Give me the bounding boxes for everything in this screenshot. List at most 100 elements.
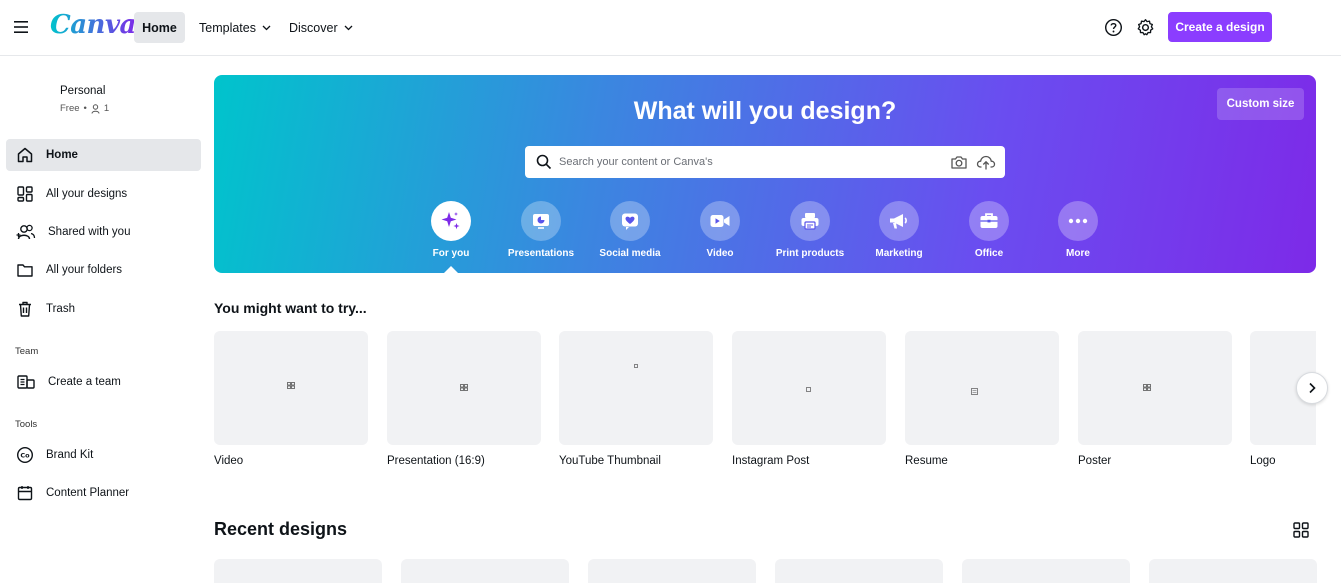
chevron-down-icon xyxy=(344,25,353,30)
search-box xyxy=(525,146,1005,178)
search-icon xyxy=(536,154,552,170)
megaphone-icon xyxy=(890,214,907,229)
hamburger-icon[interactable] xyxy=(11,17,31,37)
recent-designs-title: Recent designs xyxy=(214,519,348,539)
suggestion-card-youtube-thumbnail[interactable]: YouTube Thumbnail xyxy=(559,331,713,467)
suggestion-card-poster[interactable]: Poster xyxy=(1078,331,1232,467)
card-label: Presentation (16:9) xyxy=(387,455,485,467)
sidebar-item-trash[interactable]: Trash xyxy=(6,293,201,325)
create-team-icon xyxy=(17,375,35,389)
briefcase-icon xyxy=(980,213,998,228)
video-placeholder-icon xyxy=(287,382,295,389)
hero-title: What will you design? xyxy=(633,97,897,125)
card-thumbnail xyxy=(1078,331,1232,445)
sidebar-item-label: Home xyxy=(46,149,78,161)
suggestions-title: You might want to try... xyxy=(214,300,367,316)
nav-discover-label: Discover xyxy=(289,20,338,35)
suggestion-card-presentation[interactable]: Presentation (16:9) xyxy=(387,331,541,467)
camera-icon[interactable] xyxy=(950,153,968,171)
folder-icon xyxy=(17,264,33,277)
help-circle-icon[interactable] xyxy=(1102,16,1124,38)
trash-icon xyxy=(19,301,31,317)
sidebar-item-shared[interactable]: Shared with you xyxy=(6,216,201,248)
grid-view-icon[interactable] xyxy=(1292,521,1310,539)
card-label: Resume xyxy=(905,455,948,467)
category-social-media[interactable]: Social media xyxy=(585,201,675,259)
account-name[interactable]: Personal xyxy=(60,85,105,97)
custom-size-button[interactable]: Custom size xyxy=(1217,88,1304,120)
category-video[interactable]: Video xyxy=(675,201,765,259)
top-bar: Canva Home Templates Discover Create a d… xyxy=(0,0,1341,56)
recent-design-card[interactable] xyxy=(775,559,943,583)
suggestion-card-instagram-post[interactable]: Instagram Post xyxy=(732,331,886,467)
account-plan: Free xyxy=(60,103,80,114)
gear-icon[interactable] xyxy=(1134,16,1156,38)
hero-banner: What will you design? Custom size For yo… xyxy=(214,75,1316,273)
chevron-right-icon xyxy=(1309,382,1316,394)
suggestion-card-resume[interactable]: Resume xyxy=(905,331,1059,467)
youtube-placeholder-icon xyxy=(634,364,638,368)
category-office[interactable]: Office xyxy=(944,201,1034,259)
recent-design-card[interactable] xyxy=(214,559,382,583)
printer-icon xyxy=(801,213,819,230)
category-presentations[interactable]: Presentations xyxy=(496,201,586,259)
card-label: YouTube Thumbnail xyxy=(559,455,661,467)
card-thumbnail xyxy=(387,331,541,445)
suggestion-card-video[interactable]: Video xyxy=(214,331,368,467)
sidebar-item-label: Shared with you xyxy=(48,226,131,238)
more-icon xyxy=(1068,218,1088,224)
category-label: For you xyxy=(432,248,470,259)
sidebar-item-all-designs[interactable]: All your designs xyxy=(6,178,201,210)
card-label: Logo xyxy=(1250,455,1276,467)
sidebar-item-label: Create a team xyxy=(48,376,121,388)
category-more[interactable]: More xyxy=(1033,201,1123,259)
sidebar-item-home[interactable]: Home xyxy=(6,139,201,171)
category-circle xyxy=(431,201,471,241)
category-label: More xyxy=(1066,248,1090,259)
card-thumbnail xyxy=(559,331,713,445)
sidebar-item-brand-kit[interactable]: Co Brand Kit xyxy=(6,439,201,471)
nav-templates-label: Templates xyxy=(199,20,256,35)
card-label: Poster xyxy=(1078,455,1112,467)
sparkle-icon xyxy=(441,212,460,230)
category-print-products[interactable]: Print products xyxy=(765,201,855,259)
grid-icon xyxy=(17,186,33,202)
account-meta: Free • 1 xyxy=(60,103,109,114)
nav-home[interactable]: Home xyxy=(134,12,185,43)
category-circle xyxy=(1058,201,1098,241)
canva-logo[interactable]: Canva xyxy=(50,10,136,40)
category-circle xyxy=(521,201,561,241)
nav-home-label: Home xyxy=(142,20,177,35)
category-circle xyxy=(969,201,1009,241)
recent-design-card[interactable] xyxy=(1149,559,1317,583)
sidebar-item-content-planner[interactable]: Content Planner xyxy=(6,477,201,509)
carousel-next-button[interactable] xyxy=(1296,372,1328,404)
sidebar-item-create-team[interactable]: Create a team xyxy=(6,366,201,398)
instagram-placeholder-icon xyxy=(806,387,811,392)
category-label: Marketing xyxy=(875,248,923,259)
card-thumbnail xyxy=(214,331,368,445)
recent-design-card[interactable] xyxy=(962,559,1130,583)
nav-discover[interactable]: Discover xyxy=(279,12,363,43)
search-input[interactable] xyxy=(559,146,939,178)
separator-dot: • xyxy=(83,103,87,114)
card-label: Instagram Post xyxy=(732,455,810,467)
category-label: Office xyxy=(974,248,1004,259)
sidebar-item-label: Content Planner xyxy=(46,487,130,499)
create-design-button[interactable]: Create a design xyxy=(1168,12,1272,42)
nav-templates[interactable]: Templates xyxy=(189,12,281,43)
person-icon xyxy=(91,103,100,114)
sidebar-item-label: All your folders xyxy=(46,264,123,276)
category-circle xyxy=(610,201,650,241)
sidebar: Personal Free • 1 Home All your designs … xyxy=(0,57,210,583)
sidebar-item-folders[interactable]: All your folders xyxy=(6,254,201,286)
card-label: Video xyxy=(214,455,244,467)
category-for-you[interactable]: For you xyxy=(406,201,496,259)
category-circle xyxy=(700,201,740,241)
recent-design-card[interactable] xyxy=(401,559,569,583)
category-marketing[interactable]: Marketing xyxy=(854,201,944,259)
tools-heading: Tools xyxy=(15,419,38,430)
chevron-down-icon xyxy=(262,25,271,30)
recent-design-card[interactable] xyxy=(588,559,756,583)
cloud-upload-icon[interactable] xyxy=(976,153,996,171)
